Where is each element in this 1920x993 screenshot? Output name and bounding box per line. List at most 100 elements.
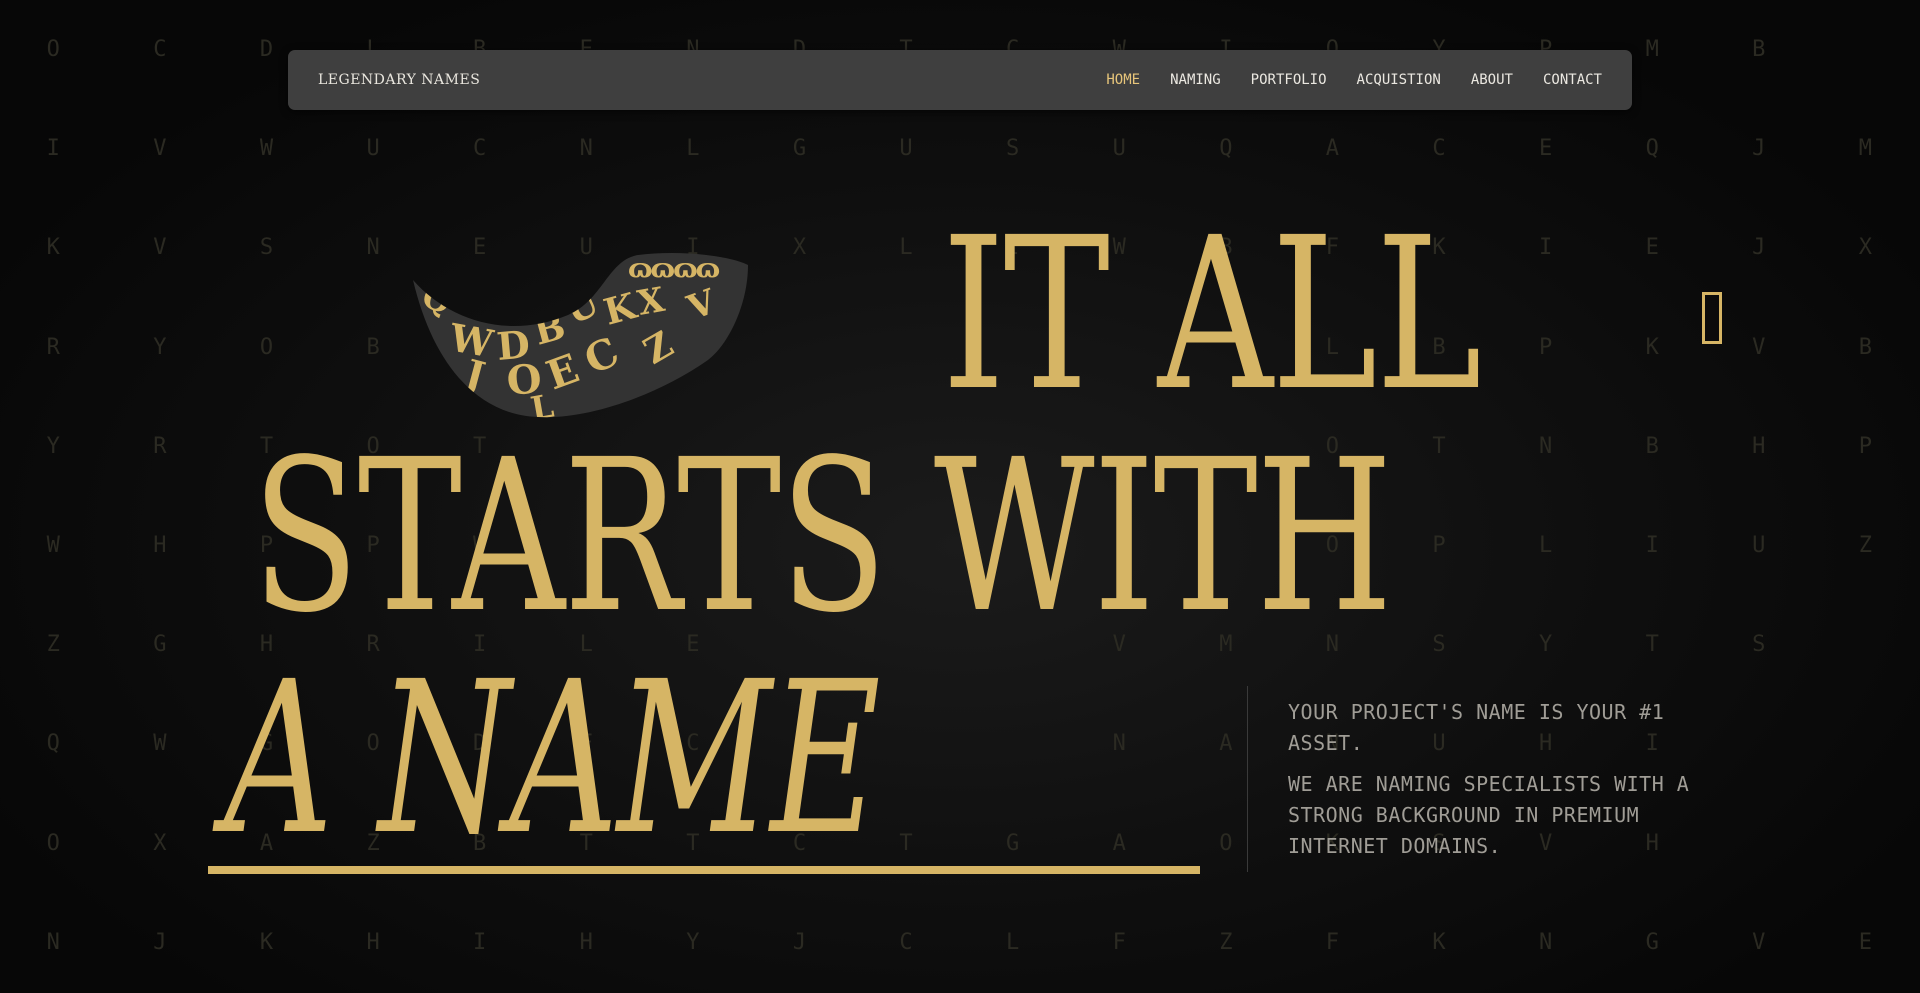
background-letter: Z	[1858, 533, 1873, 559]
text-cursor-box-icon	[1702, 292, 1722, 344]
background-letter: A	[1219, 731, 1233, 757]
nav-link-portfolio[interactable]: PORTFOLIO	[1251, 72, 1327, 88]
background-letter: K	[46, 235, 60, 261]
background-letter: B	[1858, 334, 1873, 360]
background-letter: Z	[46, 632, 60, 658]
background-letter: V	[153, 235, 167, 261]
background-letter: B	[1645, 433, 1659, 459]
background-letter: I	[473, 929, 487, 955]
background-letter: U	[366, 136, 380, 162]
background-letter: G	[1006, 830, 1020, 856]
background-letter	[1812, 794, 1919, 893]
background-letter: U	[1752, 533, 1766, 559]
background-letter: W	[46, 533, 60, 559]
background-letter: Y	[46, 433, 60, 459]
background-letter: S	[1752, 632, 1766, 658]
background-letter: Y	[153, 334, 167, 360]
background-letter: K	[1645, 334, 1659, 360]
background-letter	[1812, 0, 1919, 99]
background-letter: I	[1645, 533, 1659, 559]
background-letter	[1812, 694, 1919, 793]
background-letter: I	[1538, 235, 1553, 261]
background-letter: Q	[1219, 136, 1233, 162]
background-letter: V	[1752, 929, 1766, 955]
background-letter: C	[899, 929, 913, 955]
background-letter: A	[1112, 830, 1126, 856]
background-letter: P	[1432, 533, 1446, 559]
background-letter: P	[1858, 433, 1873, 459]
background-letter: S	[1432, 632, 1446, 658]
background-letter: Q	[1645, 136, 1659, 162]
background-letter: E	[1538, 136, 1553, 162]
background-letter: Y	[1538, 632, 1553, 658]
background-letter: H	[366, 929, 380, 955]
background-letter: G	[153, 632, 167, 658]
background-letter: F	[1112, 929, 1126, 955]
nav-link-contact[interactable]: CONTACT	[1543, 72, 1602, 88]
background-letter: N	[46, 929, 60, 955]
background-letter: J	[792, 929, 807, 955]
background-letter: G	[792, 136, 807, 162]
background-letter: S	[259, 235, 274, 261]
background-letter: E	[1645, 235, 1659, 261]
background-letter: Z	[1219, 929, 1233, 955]
background-letter: H	[1752, 433, 1766, 459]
background-letter: H	[579, 929, 593, 955]
background-letter: F	[1325, 929, 1340, 955]
tagline-text-1: YOUR PROJECT'S NAME IS YOUR #1 ASSET.	[1288, 700, 1665, 755]
headline-line-3: A NAME	[224, 636, 881, 881]
background-letter: C	[1432, 136, 1446, 162]
background-letter: J	[153, 929, 167, 955]
tagline-block: YOUR PROJECT'S NAME IS YOUR #1 ASSET. WE…	[1288, 697, 1728, 872]
background-letter: G	[1645, 929, 1659, 955]
nav-link-about[interactable]: ABOUT	[1471, 72, 1513, 88]
background-letter: P	[1538, 334, 1553, 360]
nav-link-naming[interactable]: NAMING	[1170, 72, 1221, 88]
background-letter: C	[153, 37, 167, 63]
tagline-divider	[1247, 686, 1248, 872]
background-letter: U	[1112, 136, 1126, 162]
background-letter: K	[259, 929, 274, 955]
background-letter: Y	[686, 929, 700, 955]
background-letter: O	[46, 830, 60, 856]
background-letter: T	[1645, 632, 1659, 658]
background-letter: B	[1752, 37, 1766, 63]
background-letter: O	[259, 334, 274, 360]
background-letter: Q	[46, 731, 60, 757]
tagline-text-2: WE ARE NAMING SPECIALISTS WITH A STRONG …	[1288, 772, 1690, 858]
background-letter: L	[686, 136, 700, 162]
background-letter: A	[1325, 136, 1340, 162]
headline-underline	[208, 866, 1200, 874]
background-letter: N	[1112, 731, 1126, 757]
background-letter: X	[792, 235, 807, 261]
background-letter: K	[1432, 929, 1446, 955]
headline-line-2: STARTS WITH	[252, 414, 1393, 659]
nav-link-home[interactable]: HOME	[1106, 72, 1140, 88]
background-letter: O	[1219, 830, 1233, 856]
background-letter: N	[1538, 433, 1553, 459]
background-letter: R	[46, 334, 60, 360]
horn-illustration: Q W D B U J O K X V E C L Z ɷɷɷɷ	[413, 253, 748, 417]
background-letter: I	[46, 136, 60, 162]
background-letter: X	[153, 830, 167, 856]
background-letter: X	[1858, 235, 1873, 261]
nav-links: HOME NAMING PORTFOLIO ACQUISTION ABOUT C…	[1106, 72, 1602, 88]
nav-link-acquisition[interactable]: ACQUISTION	[1357, 72, 1441, 88]
background-letter: W	[153, 731, 167, 757]
background-letter: L	[1006, 929, 1020, 955]
background-letter: C	[473, 136, 487, 162]
background-letter: H	[153, 533, 167, 559]
background-letter: R	[153, 433, 167, 459]
background-letter: E	[1858, 929, 1873, 955]
headline-line-1: IT ALL	[942, 192, 1482, 437]
background-letter: J	[1752, 235, 1766, 261]
background-letter	[1812, 595, 1919, 694]
brand-logo-text[interactable]: LEGENDARY NAMES	[318, 72, 480, 88]
background-letter: U	[899, 136, 913, 162]
background-letter: S	[1006, 136, 1020, 162]
background-letter: L	[1538, 533, 1553, 559]
background-letter: V	[153, 136, 167, 162]
background-letter: W	[259, 136, 274, 162]
background-letter: N	[579, 136, 593, 162]
background-letter: J	[1752, 136, 1766, 162]
